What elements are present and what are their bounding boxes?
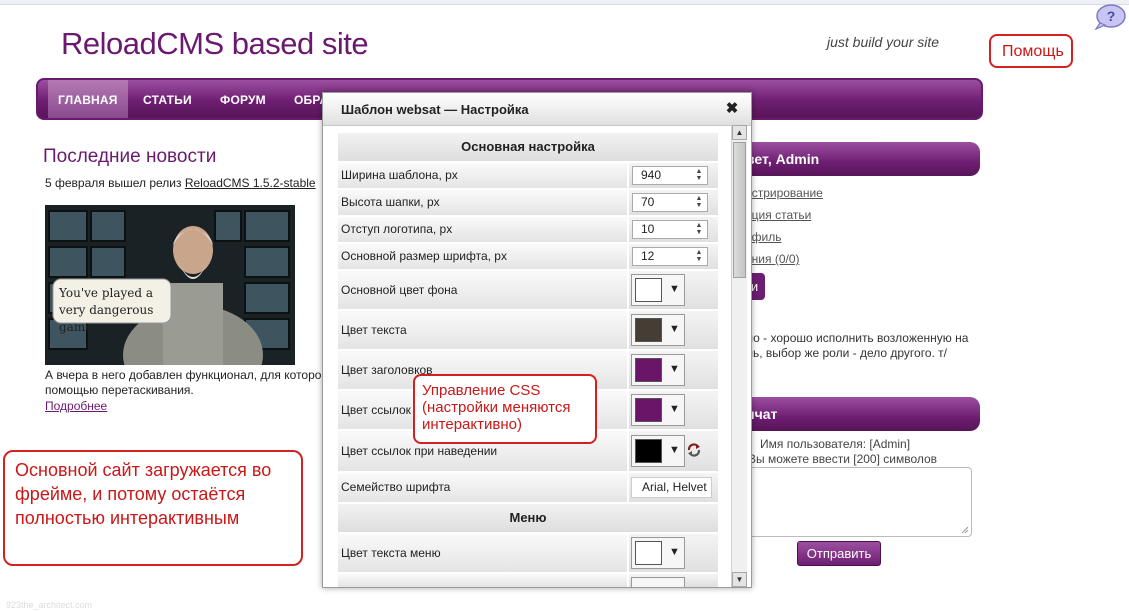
scroll-down-icon[interactable]: ▼: [732, 572, 747, 587]
spinner-arrows-icon[interactable]: ▲ ▼: [693, 222, 705, 237]
resize-grip-icon[interactable]: [961, 526, 969, 534]
header-height-input[interactable]: 70 ▲ ▼: [632, 193, 708, 212]
template-width-value: 940: [641, 168, 662, 182]
dialog-scrollbar[interactable]: ▲ ▼: [731, 125, 747, 587]
bg-color-picker[interactable]: ▼: [631, 274, 685, 306]
row-ctl-header-height: 70 ▲ ▼: [629, 190, 718, 215]
nav-item-forum[interactable]: ФОРУМ: [220, 80, 266, 118]
row-ctl-next: [629, 574, 718, 587]
footer-credit: 923the_architect.com: [6, 600, 93, 610]
news-section-title: Последние новости: [43, 146, 217, 167]
row-ctl-width: 940 ▲ ▼: [629, 163, 718, 188]
section-main-settings: Основная настройка: [338, 133, 718, 161]
logo-offset-input[interactable]: 10 ▲ ▼: [632, 220, 708, 239]
frame-info-callout: Основной сайт загружается во фрейме, и п…: [3, 450, 303, 566]
row-ctl-text-color: ▼: [629, 311, 718, 349]
dropdown-arrow-icon[interactable]: ▼: [669, 283, 680, 295]
font-family-input[interactable]: Arial, Helvet: [631, 477, 712, 498]
css-control-callout: Управление CSS (настройки меняются интер…: [413, 374, 597, 444]
top-border: [0, 0, 1129, 5]
dropdown-arrow-icon[interactable]: ▼: [669, 444, 680, 456]
question-bubble-icon[interactable]: ?: [1094, 4, 1126, 30]
read-more-link[interactable]: Подробнее: [45, 399, 107, 413]
news-image-caption: You've played a very dangerous game: [59, 286, 154, 334]
scroll-up-icon[interactable]: ▲: [732, 125, 747, 140]
row-label-width: Ширина шаблона, px: [338, 163, 627, 188]
headings-color-picker[interactable]: ▼: [631, 354, 685, 386]
news-teaser-line2: помощью перетаскивания.: [45, 383, 194, 397]
scroll-thumb[interactable]: [733, 142, 746, 278]
dropdown-arrow-icon[interactable]: ▼: [669, 363, 680, 375]
row-label-menu-text-color: Цвет текста меню: [338, 534, 627, 572]
template-settings-dialog: Шаблон websat — Настройка ✖ Основная нас…: [322, 92, 752, 588]
row-label-font-size: Основной размер шрифта, px: [338, 244, 627, 269]
dialog-title: Шаблон websat — Настройка: [341, 102, 529, 117]
spinner-arrows-icon[interactable]: ▲ ▼: [693, 249, 705, 264]
news-release-link[interactable]: ReloadCMS 1.5.2-stable: [185, 176, 316, 190]
row-ctl-font-size: 12 ▲ ▼: [629, 244, 718, 269]
news-teaser: А вчера в него добавлен функционал, для …: [45, 368, 325, 398]
row-ctl-menu-text-color: ▼: [629, 534, 718, 572]
news-image: You've played a very dangerous game: [45, 205, 295, 365]
chat-char-limit: Вы можете ввести [200] символов: [748, 452, 938, 466]
hover-color-picker[interactable]: ▼: [631, 435, 685, 467]
chat-panel-header: ичат: [736, 397, 980, 431]
dropdown-arrow-icon[interactable]: ▼: [669, 546, 680, 558]
site-slogan: just build your site: [827, 34, 940, 50]
row-label-next: [338, 574, 627, 587]
font-size-value: 12: [641, 249, 655, 263]
row-label-font-family: Семейство шрифта: [338, 473, 627, 502]
headings-color-swatch: [635, 358, 662, 382]
logo-offset-value: 10: [641, 222, 655, 236]
welcome-panel-header: вет, Admin: [736, 142, 980, 176]
row-ctl-headings-color: ▼: [629, 351, 718, 389]
spinner-arrows-icon[interactable]: ▲ ▼: [693, 168, 705, 183]
row-label-text-color: Цвет текста: [338, 311, 627, 349]
text-color-swatch: [635, 318, 662, 342]
header-height-value: 70: [641, 195, 655, 209]
dialog-titlebar[interactable]: Шаблон websat — Настройка ✖: [323, 93, 751, 126]
quote-text: ло - хорошо исполнить возложенную на ль,…: [746, 331, 969, 360]
chat-send-button[interactable]: Отправить: [797, 541, 881, 566]
nav-item-articles[interactable]: СТАТЬИ: [143, 80, 192, 118]
bg-color-swatch: [635, 278, 662, 302]
next-color-picker[interactable]: [631, 577, 685, 587]
font-size-input[interactable]: 12 ▲ ▼: [632, 247, 708, 266]
dialog-body: Основная настройка Ширина шаблона, px 94…: [323, 125, 751, 587]
row-label-header-height: Высота шапки, px: [338, 190, 627, 215]
text-color-picker[interactable]: ▼: [631, 314, 685, 346]
row-label-logo-offset: Отступ логотипа, px: [338, 217, 627, 242]
nav-item-home[interactable]: ГЛАВНАЯ: [48, 80, 128, 118]
row-label-bg-color: Основной цвет фона: [338, 271, 627, 309]
links-color-swatch: [635, 398, 662, 422]
section-menu: Меню: [338, 504, 718, 532]
chat-username: Имя пользователя: [Admin]: [760, 437, 911, 451]
site-title[interactable]: ReloadCMS based site: [61, 26, 369, 62]
row-ctl-hover-color: ▼: [629, 431, 718, 471]
dropdown-arrow-icon[interactable]: ▼: [669, 323, 680, 335]
links-color-picker[interactable]: ▼: [631, 394, 685, 426]
hover-color-swatch: [635, 439, 662, 463]
menu-text-color-picker[interactable]: ▼: [631, 537, 685, 569]
chat-message-input[interactable]: [744, 467, 972, 537]
svg-text:?: ?: [1107, 8, 1116, 24]
news-item-line: 5 февраля вышел релиз ReloadCMS 1.5.2-st…: [45, 176, 316, 190]
news-line-text: 5 февраля вышел релиз: [45, 176, 185, 190]
template-width-input[interactable]: 940 ▲ ▼: [632, 166, 708, 185]
spinner-arrows-icon[interactable]: ▲ ▼: [693, 195, 705, 210]
news-teaser-line1: А вчера в него добавлен функционал, для …: [45, 368, 322, 382]
messages-link[interactable]: ения (0/0): [745, 252, 800, 266]
admin-link[interactable]: истрирование: [745, 186, 823, 200]
row-ctl-logo-offset: 10 ▲ ▼: [629, 217, 718, 242]
row-ctl-bg-color: ▼: [629, 271, 718, 309]
dropdown-arrow-icon[interactable]: ▼: [669, 403, 680, 415]
menu-text-color-swatch: [635, 541, 662, 565]
row-ctl-font-family: Arial, Helvet: [629, 473, 718, 502]
reset-color-icon[interactable]: [686, 442, 702, 458]
post-article-link[interactable]: ация статьи: [745, 208, 811, 222]
row-ctl-links-color: ▼: [629, 391, 718, 429]
help-callout: Помощь: [989, 34, 1073, 68]
close-icon[interactable]: ✖: [725, 99, 739, 117]
